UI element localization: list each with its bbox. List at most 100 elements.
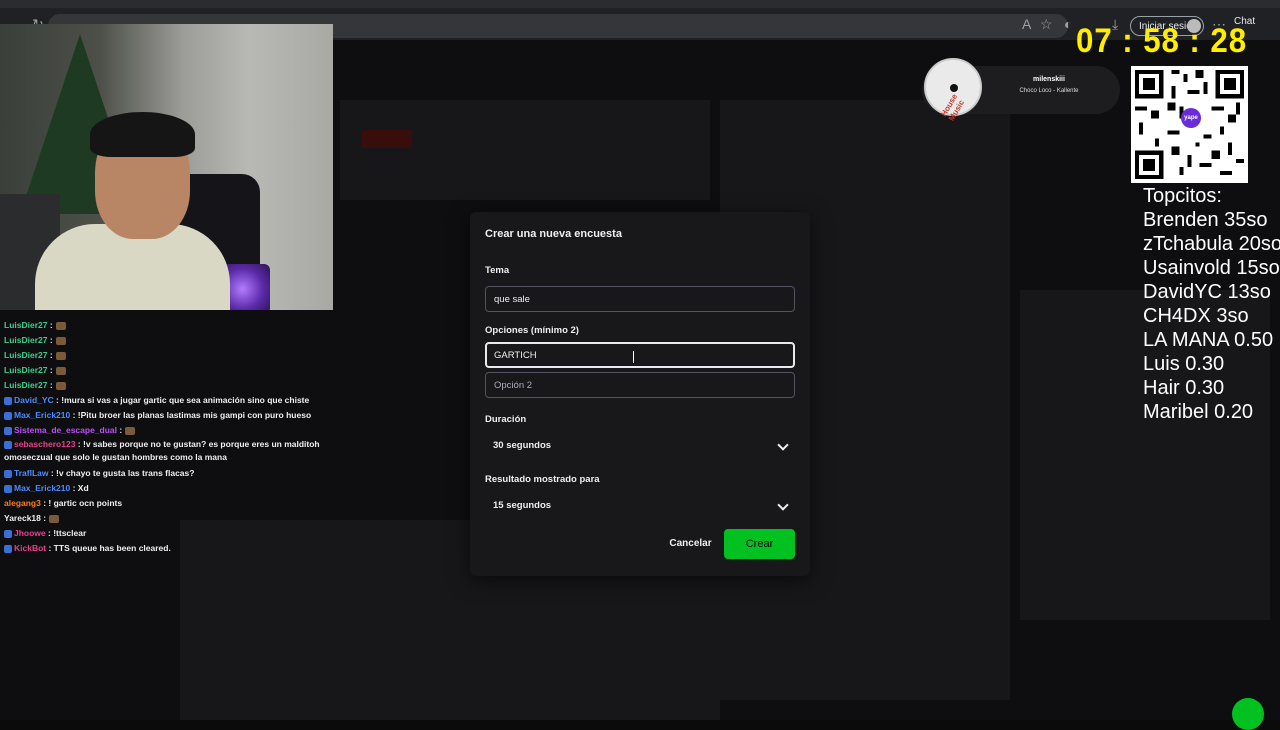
favorite-icon[interactable]: ☆ bbox=[1040, 16, 1053, 33]
emote-icon bbox=[55, 321, 66, 330]
modal-title: Crear una nueva encuesta bbox=[485, 228, 622, 240]
chat-username[interactable]: alegang3 bbox=[4, 498, 41, 508]
emote-icon bbox=[125, 426, 136, 435]
option-2-input[interactable] bbox=[485, 372, 795, 398]
music-song: Choco Loco - Kallente bbox=[1019, 88, 1079, 94]
chat-username[interactable]: Sistema_de_escape_dual bbox=[14, 425, 117, 435]
chat-text: : bbox=[47, 380, 53, 390]
cancel-button[interactable]: Cancelar bbox=[662, 529, 719, 559]
chat-username[interactable]: TraflLaw bbox=[14, 468, 48, 478]
chat-username[interactable]: KickBot bbox=[14, 543, 46, 553]
create-poll-modal: Crear una nueva encuesta Tema Opciones (… bbox=[470, 212, 810, 576]
chat-text: : bbox=[47, 320, 53, 330]
top-donor-entry: DavidYC 13so bbox=[1143, 281, 1271, 303]
chat-username[interactable]: Jhoowe bbox=[14, 528, 46, 538]
top-donor-entry: zTchabula 20so bbox=[1143, 233, 1280, 255]
chat-text: : !v chayo te gusta las trans flacas? bbox=[48, 468, 195, 478]
emote-icon bbox=[55, 381, 66, 390]
top-donor-entry: Luis 0.30 bbox=[1143, 353, 1225, 375]
stream-info-panel bbox=[340, 100, 710, 200]
chat-message: Max_Erick210 : !Pitu broer las planas la… bbox=[0, 408, 333, 423]
chat-message: TraflLaw : !v chayo te gusta las trans f… bbox=[0, 466, 333, 481]
top-donor-entry: Brenden 35so bbox=[1143, 209, 1268, 231]
result-label: Resultado mostrado para bbox=[485, 474, 600, 485]
result-duration-value: 15 segundos bbox=[493, 500, 552, 511]
user-badge-icon bbox=[4, 411, 12, 420]
support-button[interactable] bbox=[1232, 698, 1264, 730]
top-donor-entry: LA MANA 0.50 bbox=[1143, 329, 1274, 351]
user-badge-icon bbox=[4, 544, 12, 553]
chat-username[interactable]: Yareck18 bbox=[4, 513, 41, 523]
duration-select[interactable]: 30 segundos bbox=[485, 433, 795, 459]
chat-message: alegang3 : ! gartic ocn points bbox=[0, 496, 333, 511]
chat-message: LuisDier27 : bbox=[0, 333, 333, 348]
options-label: Opciones (mínimo 2) bbox=[485, 325, 579, 336]
chat-text: : bbox=[47, 335, 53, 345]
chat-message: sebaschero123 : !v sabes porque no te gu… bbox=[0, 438, 333, 466]
emote-icon bbox=[49, 514, 60, 523]
user-badge-icon bbox=[4, 396, 12, 405]
chevron-down-icon bbox=[777, 439, 789, 451]
top-donors-title: Topcitos: bbox=[1143, 185, 1222, 207]
duration-label: Duración bbox=[485, 414, 527, 425]
topic-input[interactable] bbox=[485, 286, 795, 312]
user-badge-icon bbox=[4, 484, 12, 493]
result-duration-select[interactable]: 15 segundos bbox=[485, 493, 795, 519]
clock-overlay: 07 : 58 : 28 bbox=[1076, 22, 1248, 60]
chat-message: LuisDier27 : bbox=[0, 378, 333, 393]
duration-value: 30 segundos bbox=[493, 440, 552, 451]
emote-icon bbox=[55, 351, 66, 360]
chat-username[interactable]: Max_Erick210 bbox=[14, 483, 70, 493]
yape-logo-icon: yape bbox=[1181, 108, 1201, 128]
option-1-input[interactable] bbox=[485, 342, 795, 368]
streamer-hair bbox=[90, 112, 195, 157]
yape-qr-code: yape bbox=[1131, 66, 1248, 183]
chat-text: : TTS queue has been cleared. bbox=[46, 543, 171, 553]
live-badge bbox=[362, 130, 412, 148]
chat-message: LuisDier27 : bbox=[0, 318, 333, 333]
user-badge-icon bbox=[4, 440, 12, 449]
chat-text: : bbox=[117, 425, 123, 435]
chat-text: : !Pitu broer las planas lastimas mis ga… bbox=[70, 410, 312, 420]
top-donor-entry: CH4DX 3so bbox=[1143, 305, 1249, 327]
chat-text: : ! gartic ocn points bbox=[40, 498, 123, 508]
chat-text: : bbox=[47, 350, 53, 360]
chat-text: : Xd bbox=[70, 483, 89, 493]
chat-text: : !mura si vas a jugar gartic que sea an… bbox=[53, 395, 310, 405]
chat-message: Jhoowe : !ttsclear bbox=[0, 526, 333, 541]
chat-message: Yareck18 : bbox=[0, 511, 333, 526]
vinyl-disc-icon: House Music bbox=[924, 58, 982, 123]
chat-username[interactable]: David_YC bbox=[14, 395, 54, 405]
chat-username[interactable]: LuisDier27 bbox=[4, 335, 47, 345]
chat-username[interactable]: LuisDier27 bbox=[4, 320, 47, 330]
chat-text: : bbox=[40, 513, 47, 523]
top-donors-list: Topcitos: Brenden 35so zTchabula 20so Usain… bbox=[1143, 184, 1280, 424]
user-badge-icon bbox=[4, 469, 12, 478]
tab-strip bbox=[0, 0, 1280, 8]
text-cursor-icon bbox=[633, 351, 634, 363]
emote-icon bbox=[55, 366, 66, 375]
chat-username[interactable]: LuisDier27 bbox=[4, 365, 47, 375]
chat-username[interactable]: Max_Erick210 bbox=[14, 410, 70, 420]
chat-message: Sistema_de_escape_dual : bbox=[0, 423, 333, 438]
top-donor-entry: Maribel 0.20 bbox=[1143, 401, 1254, 423]
chat-username[interactable]: LuisDier27 bbox=[4, 380, 47, 390]
chat-text: : bbox=[47, 365, 53, 375]
chat-message: David_YC : !mura si vas a jugar gartic q… bbox=[0, 393, 333, 408]
top-donor-entry: Usainvold 15so bbox=[1143, 257, 1280, 279]
user-badge-icon bbox=[4, 426, 12, 435]
chat-message: LuisDier27 : bbox=[0, 348, 333, 363]
webcam-feed bbox=[0, 24, 333, 310]
emote-icon bbox=[55, 336, 66, 345]
read-aloud-icon[interactable]: A bbox=[1022, 16, 1031, 32]
chat-text: : !ttsclear bbox=[45, 528, 87, 538]
chat-message: Max_Erick210 : Xd bbox=[0, 481, 333, 496]
chat-username[interactable]: LuisDier27 bbox=[4, 350, 47, 360]
now-playing-widget: House Music milenskiii Choco Loco - Kall… bbox=[922, 58, 1120, 123]
extension-icon[interactable]: ◐ bbox=[1064, 16, 1072, 32]
chevron-down-icon bbox=[777, 499, 789, 511]
create-button[interactable]: Crear bbox=[724, 529, 795, 559]
chat-username[interactable]: sebaschero123 bbox=[14, 439, 75, 449]
top-donor-entry: Hair 0.30 bbox=[1143, 377, 1225, 399]
chat-message: LuisDier27 : bbox=[0, 363, 333, 378]
